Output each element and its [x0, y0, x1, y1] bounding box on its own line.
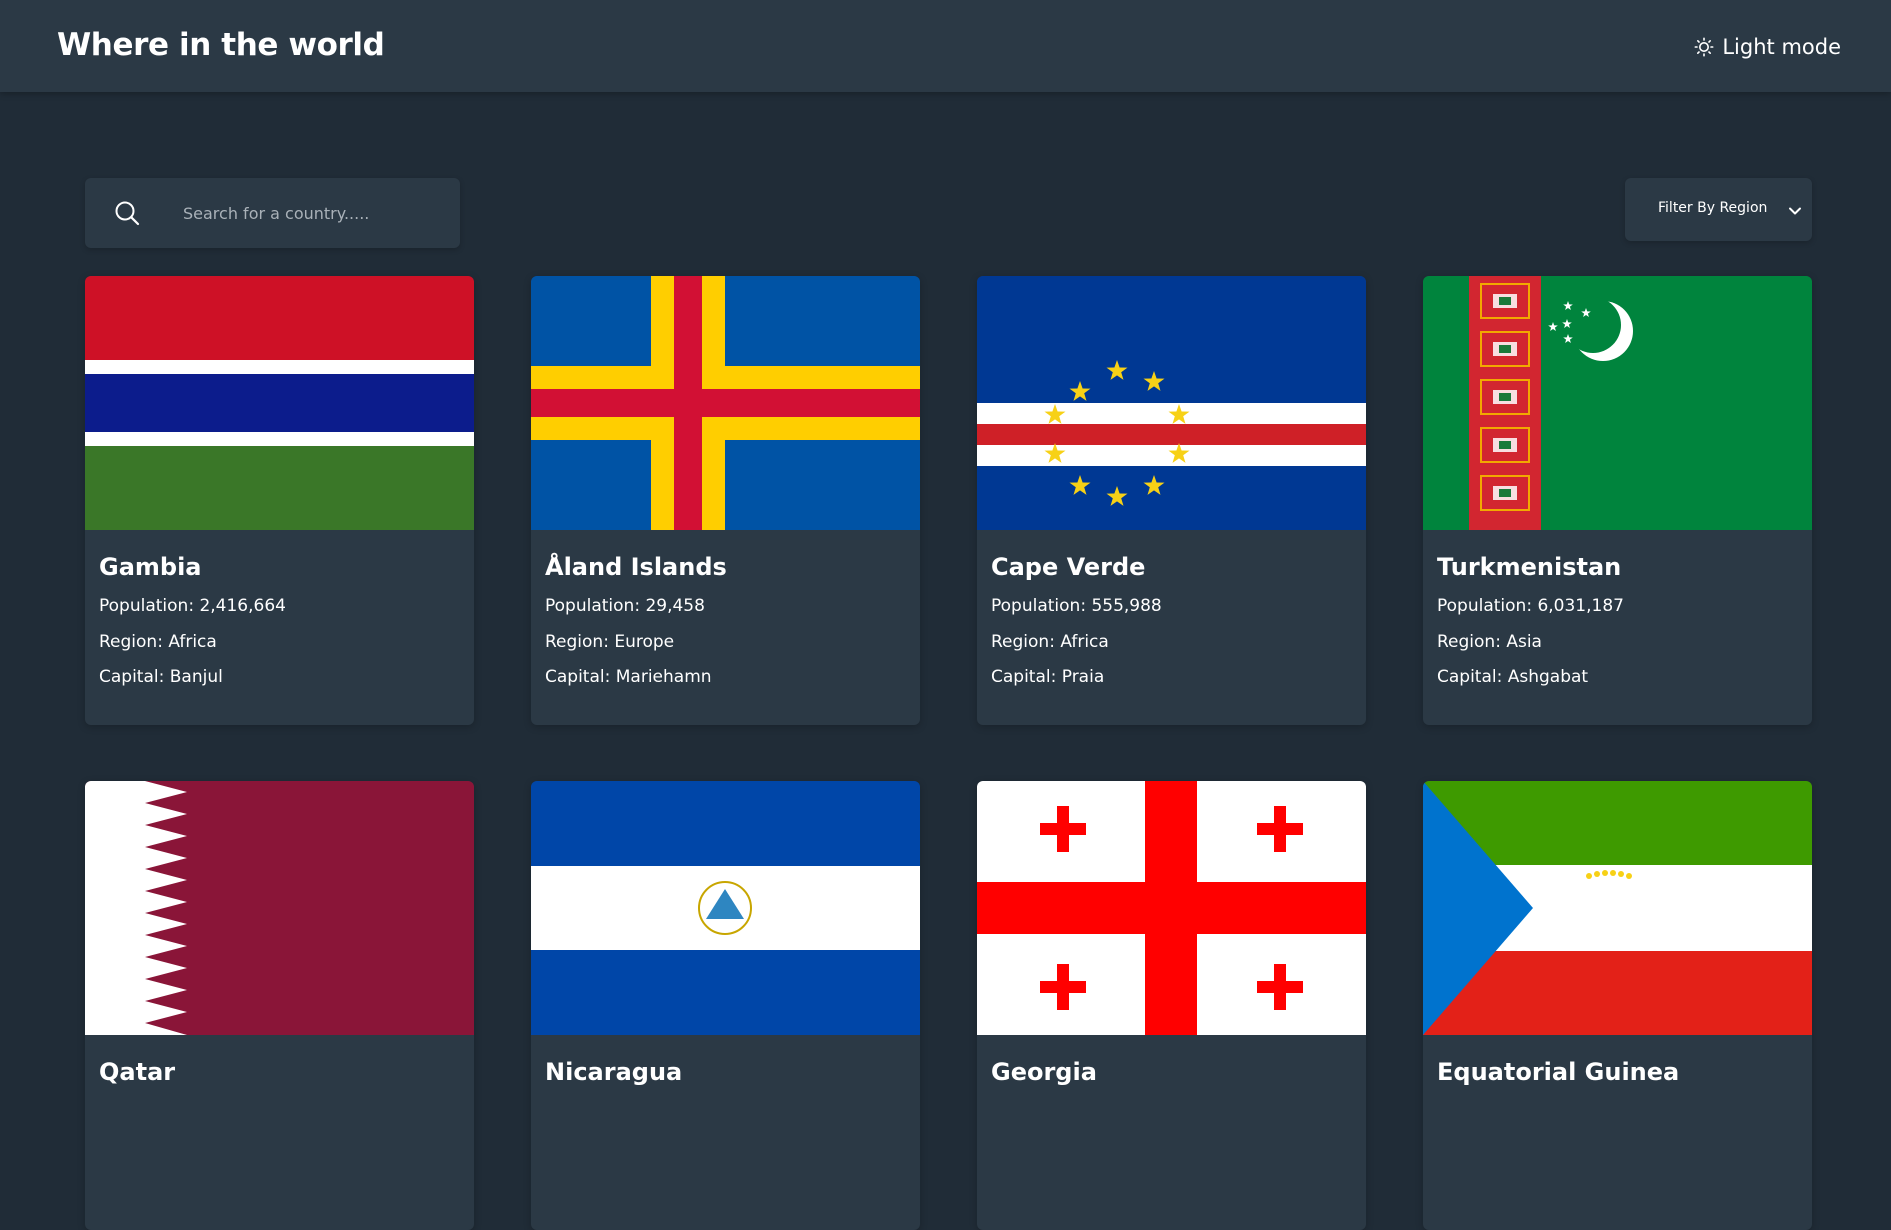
country-capital: Capital: Ashgabat — [1437, 667, 1589, 687]
country-card-cape-verde[interactable]: Cape Verde Population: 555,988 Region: A… — [977, 276, 1366, 725]
theme-toggle-button[interactable]: Light mode — [1694, 31, 1841, 63]
flag-image — [977, 781, 1366, 1035]
search-input[interactable] — [183, 178, 443, 248]
country-region: Region: Europe — [545, 632, 675, 652]
country-capital: Capital: Banjul — [99, 667, 223, 687]
flag-image — [1423, 276, 1812, 530]
country-capital: Capital: Praia — [991, 667, 1105, 687]
chevron-down-icon — [1788, 203, 1802, 222]
country-name: Georgia — [991, 1058, 1097, 1086]
country-name: Turkmenistan — [1437, 553, 1622, 581]
country-name: Nicaragua — [545, 1058, 683, 1086]
top-bar: Where in the world Light mode — [0, 0, 1891, 92]
theme-toggle-label: Light mode — [1722, 35, 1841, 59]
flag-image — [531, 276, 920, 530]
flag-image — [85, 276, 474, 530]
country-region: Region: Asia — [1437, 632, 1542, 652]
country-name: Equatorial Guinea — [1437, 1058, 1680, 1086]
country-region: Region: Africa — [99, 632, 217, 652]
country-name: Gambia — [99, 553, 202, 581]
country-population: Population: 2,416,664 — [99, 596, 286, 616]
search-icon — [114, 200, 140, 230]
country-card-gambia[interactable]: Gambia Population: 2,416,664 Region: Afr… — [85, 276, 474, 725]
country-card-equatorial-guinea[interactable]: Equatorial Guinea — [1423, 781, 1812, 1230]
country-card-georgia[interactable]: Georgia — [977, 781, 1366, 1230]
country-card-qatar[interactable]: Qatar — [85, 781, 474, 1230]
flag-image — [531, 781, 920, 1035]
country-card-nicaragua[interactable]: Nicaragua — [531, 781, 920, 1230]
country-population: Population: 555,988 — [991, 596, 1162, 616]
flag-image — [1423, 781, 1812, 1035]
country-capital: Capital: Mariehamn — [545, 667, 712, 687]
search-box[interactable] — [85, 178, 460, 248]
country-card-turkmenistan[interactable]: Turkmenistan Population: 6,031,187 Regio… — [1423, 276, 1812, 725]
region-filter-dropdown[interactable]: Filter By Region — [1625, 178, 1812, 241]
country-name: Åland Islands — [545, 553, 727, 581]
flag-image — [85, 781, 474, 1035]
flag-image — [977, 276, 1366, 530]
country-population: Population: 29,458 — [545, 596, 705, 616]
country-region: Region: Africa — [991, 632, 1109, 652]
region-filter-label: Filter By Region — [1658, 200, 1768, 216]
country-population: Population: 6,031,187 — [1437, 596, 1624, 616]
country-name: Cape Verde — [991, 553, 1146, 581]
sun-icon — [1694, 37, 1714, 57]
country-name: Qatar — [99, 1058, 176, 1086]
country-card-aland-islands[interactable]: Åland Islands Population: 29,458 Region:… — [531, 276, 920, 725]
app-title: Where in the world — [57, 27, 385, 63]
